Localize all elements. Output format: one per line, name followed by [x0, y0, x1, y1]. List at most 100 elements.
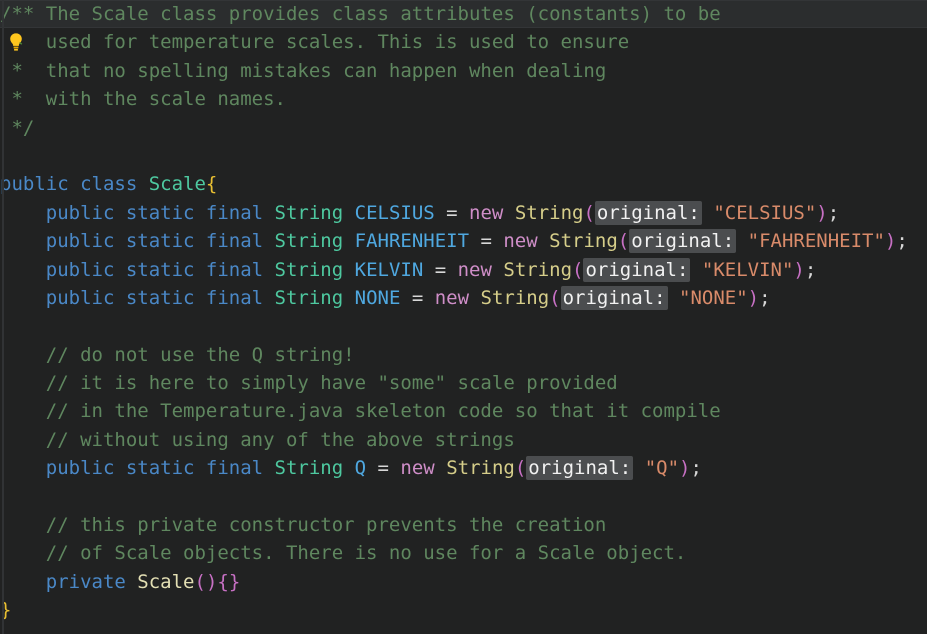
code-token: String — [274, 286, 344, 309]
inlay-hint[interactable]: original: — [594, 200, 702, 225]
code-line[interactable]: // do not use the Q string! — [0, 341, 927, 369]
code-token: new — [400, 457, 435, 480]
code-token: ; — [690, 457, 702, 480]
code-token: String — [446, 457, 515, 480]
code-token: ) — [747, 286, 760, 309]
code-token: NONE — [354, 286, 401, 309]
code-token: public static final — [45, 230, 275, 253]
code-token: String — [274, 230, 344, 253]
code-token: new — [469, 201, 504, 224]
code-line[interactable]: public static final String KELVIN = new … — [0, 256, 927, 284]
code-editor[interactable]: /** The Scale class provides class attri… — [0, 0, 927, 634]
code-line[interactable]: } — [0, 596, 927, 624]
code-token: String — [549, 230, 618, 253]
code-line[interactable]: public static final String FAHRENHEIT = … — [0, 227, 927, 255]
code-line[interactable]: /** The Scale class provides class attri… — [0, 0, 927, 29]
code-token: ( — [514, 457, 527, 480]
gutter-separator — [2, 0, 4, 634]
code-line[interactable]: public static final String CELSIUS = new… — [0, 199, 927, 227]
inlay-hint[interactable]: original: — [560, 285, 668, 310]
code-line-content: // in the Temperature.java skeleton code… — [0, 397, 927, 425]
code-token: { — [205, 173, 218, 196]
code-line-content — [0, 142, 927, 170]
inlay-hint[interactable]: original: — [583, 257, 691, 282]
code-line[interactable]: */ — [0, 114, 927, 142]
code-line-content — [0, 483, 927, 511]
code-token: "CELSIUS" — [713, 201, 817, 224]
code-line[interactable]: public class Scale{ — [0, 170, 927, 198]
code-token: = — [469, 230, 504, 253]
code-line[interactable]: public static final String NONE = new St… — [0, 284, 927, 312]
code-line-content — [0, 312, 927, 340]
code-token: ( — [583, 201, 595, 224]
code-line-content: /** The Scale class provides class attri… — [0, 0, 927, 28]
code-token: ) — [884, 230, 897, 253]
code-line-content: */ — [0, 114, 927, 142]
code-token: String — [274, 457, 344, 480]
code-token: public static final — [45, 258, 275, 281]
code-line-content: used for temperature scales. This is use… — [0, 28, 927, 56]
code-token: () — [194, 570, 218, 593]
code-token: ) — [679, 457, 691, 480]
code-token: public static final — [45, 457, 275, 480]
code-line[interactable]: public static final String Q = new Strin… — [0, 454, 927, 482]
code-line-content: } — [0, 596, 927, 624]
code-line[interactable]: used for temperature scales. This is use… — [0, 28, 927, 56]
code-line[interactable] — [0, 312, 927, 340]
inlay-hint[interactable]: original: — [629, 229, 737, 254]
code-line-content: * that no spelling mistakes can happen w… — [0, 57, 927, 85]
code-token: new — [434, 286, 470, 309]
code-text-area[interactable]: /** The Scale class provides class attri… — [0, 0, 927, 634]
code-token: Scale — [148, 173, 206, 196]
code-line[interactable]: // of Scale objects. There is no use for… — [0, 539, 927, 567]
code-line[interactable] — [0, 142, 927, 170]
code-token: // of Scale objects. There is no use for… — [0, 542, 687, 565]
code-token: used for temperature scales. This is use… — [0, 31, 630, 54]
code-token: "NONE" — [679, 286, 748, 309]
code-line[interactable]: // this private constructor prevents the… — [0, 511, 927, 539]
code-token: String — [514, 201, 584, 224]
code-line-content: // without using any of the above string… — [0, 426, 927, 454]
inlay-hint[interactable]: original: — [526, 456, 634, 481]
code-token: String — [503, 258, 573, 281]
code-line[interactable]: // in the Temperature.java skeleton code… — [0, 397, 927, 425]
code-token: ( — [617, 230, 630, 253]
code-line-content: public class Scale{ — [0, 170, 927, 198]
code-token: FAHRENHEIT — [354, 230, 470, 253]
code-line[interactable]: * with the scale names. — [0, 85, 927, 113]
code-token: String — [480, 286, 550, 309]
code-token: "KELVIN" — [701, 258, 794, 281]
code-token: = — [366, 457, 401, 480]
code-token: "Q" — [644, 457, 680, 480]
code-token: KELVIN — [354, 258, 424, 281]
code-line-content: public static final String Q = new Strin… — [0, 454, 927, 482]
code-token: CELSIUS — [354, 201, 435, 224]
code-line[interactable]: // without using any of the above string… — [0, 426, 927, 454]
code-token: ( — [549, 286, 561, 309]
code-line[interactable] — [0, 483, 927, 511]
code-token: // without using any of the above string… — [0, 428, 515, 451]
code-token: = — [434, 201, 470, 224]
code-line[interactable]: * that no spelling mistakes can happen w… — [0, 57, 927, 85]
code-line[interactable]: private Scale(){} — [0, 568, 927, 596]
code-token: String — [274, 201, 344, 224]
lightbulb-icon[interactable] — [6, 32, 26, 53]
code-line[interactable]: // it is here to simply have "some" scal… — [0, 369, 927, 397]
code-line-content: public static final String CELSIUS = new… — [0, 199, 927, 227]
